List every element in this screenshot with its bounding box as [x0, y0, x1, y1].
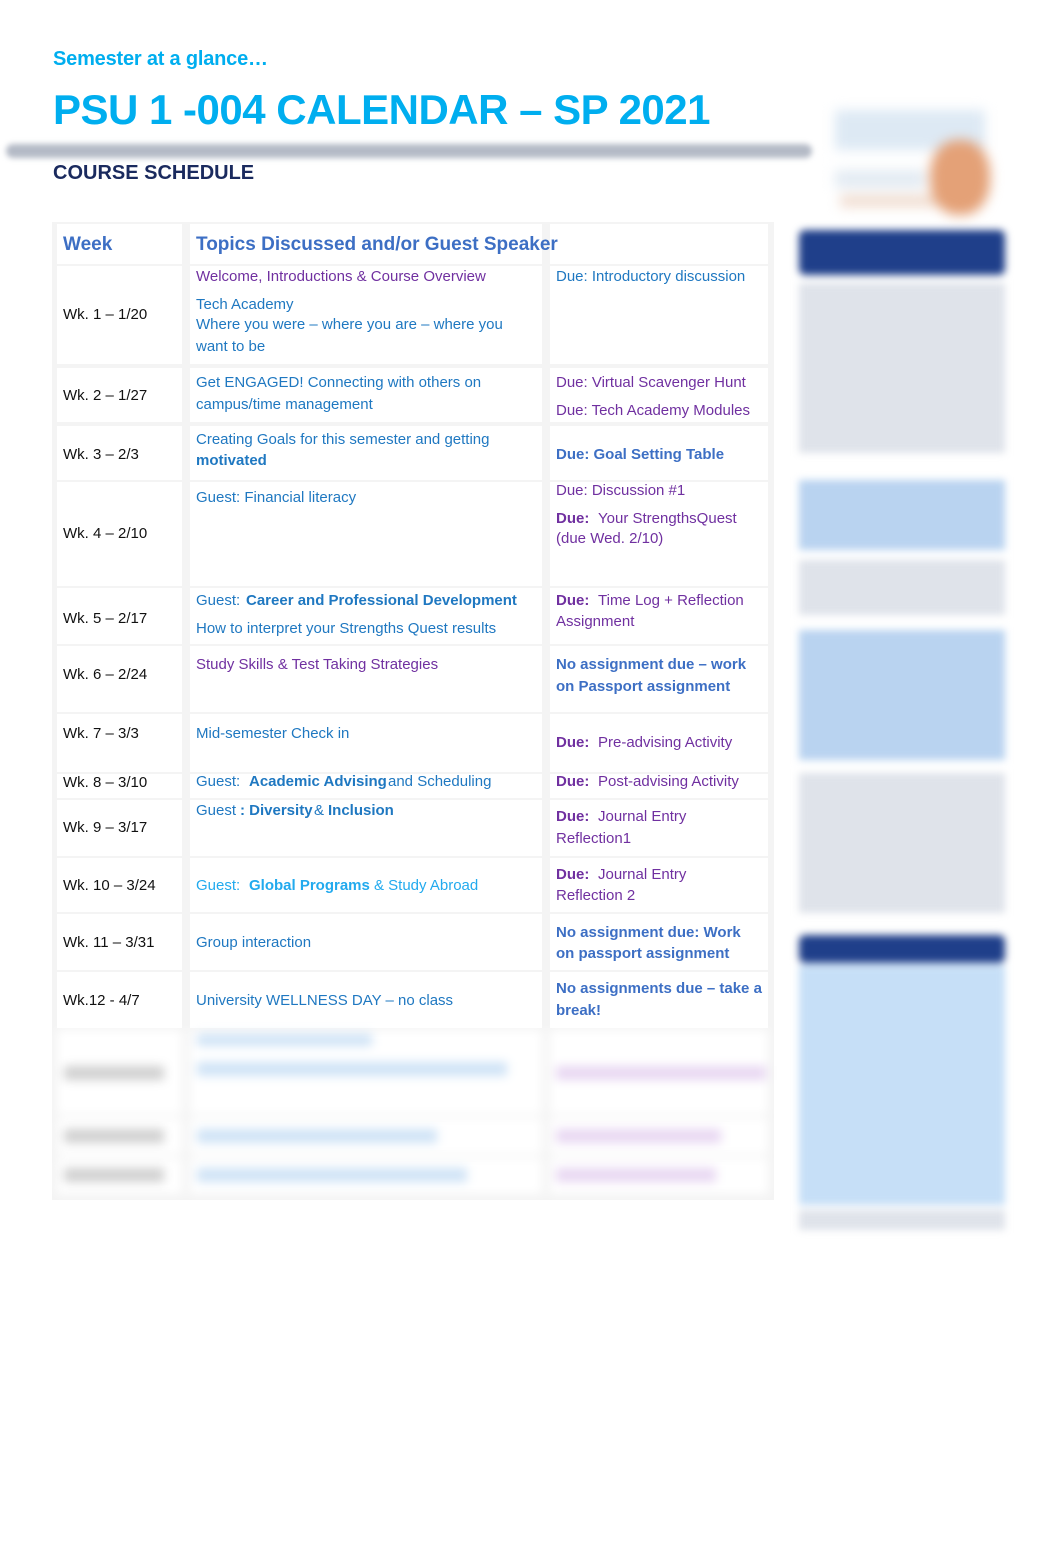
university-logo-image: [825, 100, 995, 215]
week-cell: Wk. 6 – 2/24: [63, 666, 148, 683]
topic-line: Guest: Financial literacy: [196, 489, 357, 506]
week-cell: Wk.12 - 4/7: [63, 992, 140, 1009]
page-title: PSU 1 -004 CALENDAR – SP 2021: [53, 86, 711, 133]
topic-line: Where you were – where you are – where y…: [196, 316, 503, 333]
table-row: Wk. 5 – 2/17 Guest: Career and Professio…: [52, 588, 774, 644]
due-line: Due: Goal Setting Table: [556, 446, 725, 463]
sidebar-section-bar: [799, 935, 1005, 963]
due-line: No assignment due: Work: [556, 924, 741, 941]
due-line: Pre-advising Activity: [598, 734, 733, 751]
topic-line: Tech Academy: [196, 296, 294, 313]
topic-prefix: Guest:: [196, 773, 241, 790]
due-label: Due:: [556, 510, 590, 527]
due-line: Due: Discussion #1: [556, 482, 686, 499]
table-row: Wk. 7 – 3/3 Mid-semester Check in Due: P…: [52, 714, 774, 772]
blurred-rows: [52, 1030, 774, 1200]
week-cell: Wk. 8 – 3/10: [63, 774, 148, 791]
topic-line: Get ENGAGED! Connecting with others on: [196, 374, 482, 391]
table-row: Wk. 6 – 2/24 Study Skills & Test Taking …: [52, 646, 774, 712]
topic-line: How to interpret your Strengths Quest re…: [196, 620, 497, 637]
due-line: Journal Entry: [598, 866, 687, 883]
topic-guest: Global Programs: [249, 877, 370, 894]
topic-line: Welcome, Introductions & Course Overview: [196, 268, 486, 285]
table-row: Wk.12 - 4/7 University WELLNESS DAY – no…: [52, 972, 774, 1028]
due-line: Post-advising Activity: [598, 773, 739, 790]
table-row: Wk. 10 – 3/24 Guest: Global Programs & S…: [52, 858, 774, 912]
topic-guest: Career and Professional Development: [246, 592, 517, 609]
topic-line: Study Skills & Test Taking Strategies: [196, 656, 439, 673]
due-line: break!: [556, 1002, 602, 1019]
sidebar-header-bar: [799, 230, 1005, 275]
week-cell: Wk. 1 – 1/20: [63, 306, 148, 323]
course-schedule-table: Week Topics Discussed and/or Guest Speak…: [52, 222, 774, 1200]
week-cell: Wk. 11 – 3/31: [63, 934, 155, 951]
topic-line: want to be: [196, 338, 266, 355]
due-line: No assignments due – take a: [556, 980, 762, 997]
due-line: Due: Tech Academy Modules: [556, 402, 750, 419]
topic-guest: Inclusion: [328, 802, 394, 819]
due-label: Due:: [556, 734, 590, 751]
table-row: Wk. 1 – 1/20 Welcome, Introductions & Co…: [52, 266, 774, 364]
table-row: Wk. 4 – 2/10 Guest: Financial literacy D…: [52, 482, 774, 586]
topic-line: & Study Abroad: [374, 877, 479, 894]
header-divider: [6, 144, 812, 158]
due-line: on passport assignment: [556, 945, 730, 962]
due-line: Due: Introductory discussion: [556, 268, 746, 285]
table-row: Wk. 9 – 3/17 Guest : Diversity & Inclusi…: [52, 800, 774, 856]
due-label: Due:: [556, 808, 590, 825]
due-line: Time Log + Reflection: [598, 592, 744, 609]
due-line: (due Wed. 2/10): [556, 530, 664, 547]
table-header-row: Week Topics Discussed and/or Guest Speak…: [52, 224, 774, 264]
due-label: Due:: [556, 592, 590, 609]
topic-line: and Scheduling: [388, 773, 492, 790]
section-heading: COURSE SCHEDULE: [53, 162, 255, 184]
page-subtitle: Semester at a glance…: [53, 48, 268, 70]
due-label: Due:: [556, 866, 590, 883]
week-cell: Wk. 3 – 2/3: [63, 446, 139, 463]
topic-line-bold: motivated: [196, 452, 267, 469]
due-line: Reflection 2: [556, 887, 636, 904]
week-cell: Wk. 5 – 2/17: [63, 610, 148, 627]
table-row: Wk. 3 – 2/3 Creating Goals for this seme…: [52, 426, 774, 480]
due-line: Your StrengthsQuest: [598, 510, 737, 527]
course-objectives-sidebar: [795, 225, 1010, 1235]
due-line: Journal Entry: [598, 808, 687, 825]
week-cell: Wk. 10 – 3/24: [63, 877, 156, 894]
week-cell: Wk. 2 – 1/27: [63, 387, 148, 404]
week-cell: Wk. 7 – 3/3: [63, 725, 139, 742]
due-line: Due: Virtual Scavenger Hunt: [556, 374, 746, 391]
table-row: Wk. 8 – 3/10 Guest: Academic Advising an…: [52, 773, 774, 798]
due-line: Reflection1: [556, 830, 632, 847]
topic-line: Group interaction: [196, 934, 312, 951]
topic-prefix: Guest: [196, 802, 237, 819]
week-cell: Wk. 4 – 2/10: [63, 525, 148, 542]
topic-guest: : Diversity: [240, 802, 313, 819]
topic-amp: &: [314, 802, 325, 819]
topic-line: Mid-semester Check in: [196, 725, 350, 742]
header-topics: Topics Discussed and/or Guest Speaker: [196, 234, 558, 255]
topic-line: Creating Goals for this semester and get…: [196, 431, 490, 448]
topic-line: campus/time management: [196, 396, 373, 413]
topic-prefix: Guest:: [196, 592, 241, 609]
topic-guest: Academic Advising: [249, 773, 387, 790]
header-week: Week: [63, 234, 113, 255]
due-label: Due:: [556, 773, 590, 790]
due-line: No assignment due – work: [556, 656, 747, 673]
week-cell: Wk. 9 – 3/17: [63, 819, 148, 836]
table-row: Wk. 11 – 3/31 Group interaction No assig…: [52, 914, 774, 970]
topic-line: University WELLNESS DAY – no class: [196, 992, 454, 1009]
due-line: on Passport assignment: [556, 678, 731, 695]
due-line: Assignment: [556, 613, 635, 630]
table-row: Wk. 2 – 1/27 Get ENGAGED! Connecting wit…: [52, 368, 774, 422]
topic-prefix: Guest:: [196, 877, 241, 894]
